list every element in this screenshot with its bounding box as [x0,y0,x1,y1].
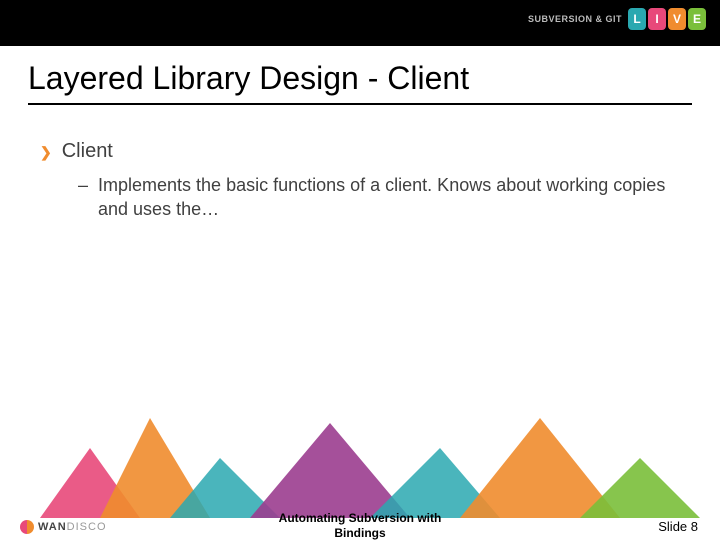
bullet-sub-dash: – [78,173,88,222]
footer-center-line2: Bindings [230,526,490,540]
wandisco-text-sub: DISCO [67,521,107,533]
live-letter-l: L [628,8,646,30]
live-letter-i: I [648,8,666,30]
live-letter-e: E [688,8,706,30]
wandisco-logo: WANDISCO [20,520,107,534]
bullet-main-text: Client [62,140,113,163]
brand-logo: SUBVERSION & GIT L I V E [528,8,706,30]
wandisco-text-main: WAN [38,521,67,533]
footer-shapes-svg [0,418,720,518]
live-letter-v: V [668,8,686,30]
footer-center: Automating Subversion with Bindings [230,511,490,540]
body-content: ❯ Client – Implements the basic function… [40,140,690,222]
bullet-sub-text: Implements the basic functions of a clie… [98,173,690,222]
footer-center-line1: Automating Subversion with [230,511,490,525]
slide: SUBVERSION & GIT L I V E Layered Library… [0,0,720,540]
slide-number: Slide 8 [658,519,698,534]
footer-shapes [0,418,720,518]
bullet-sub: – Implements the basic functions of a cl… [78,173,690,222]
wandisco-icon [20,520,34,534]
bullet-main: ❯ Client [40,140,690,163]
live-badge: L I V E [628,8,706,30]
brand-text: SUBVERSION & GIT [528,14,622,24]
top-bar: SUBVERSION & GIT L I V E [0,0,720,46]
page-title: Layered Library Design - Client [28,60,692,105]
wandisco-text: WANDISCO [38,521,107,533]
footer: WANDISCO Automating Subversion with Bind… [0,504,720,540]
chevron-right-icon: ❯ [40,144,52,161]
